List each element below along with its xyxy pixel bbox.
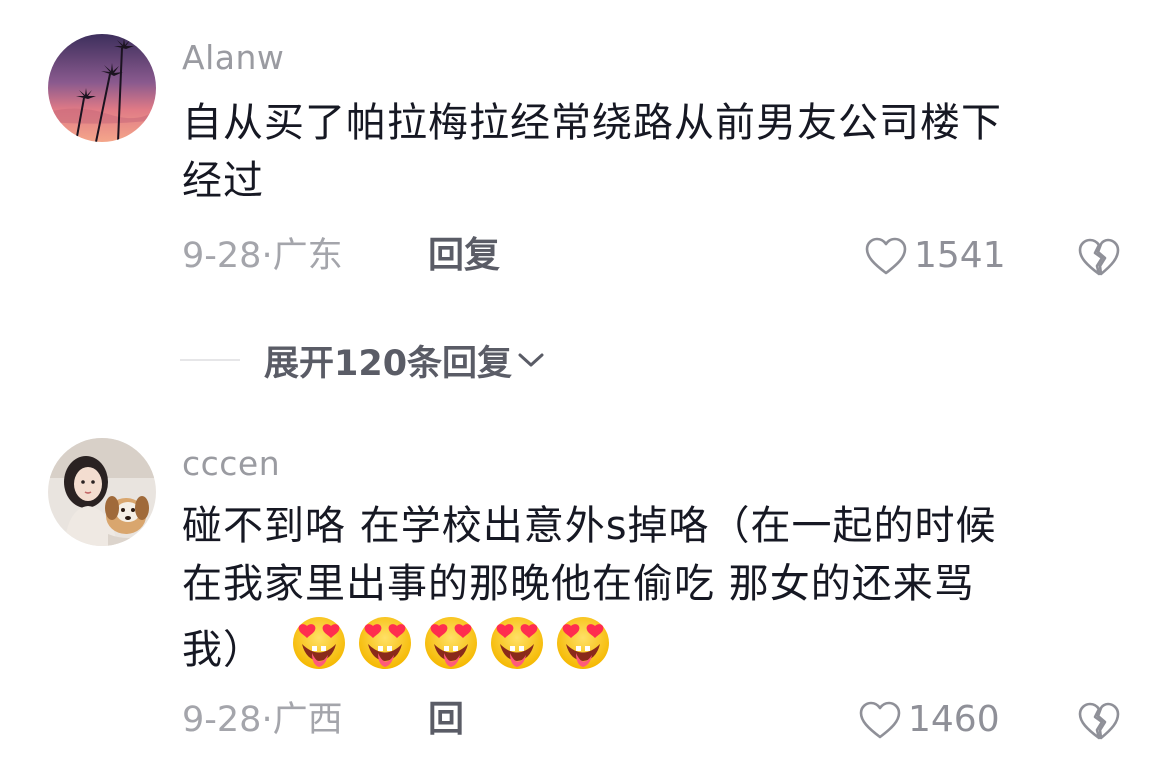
- heart-eyes-tongue-emoji-icon: [557, 617, 609, 669]
- comment-meta: 9-28·广西: [182, 698, 343, 742]
- comment-username[interactable]: Alanw: [182, 38, 284, 78]
- comment-date: 9-28: [182, 236, 262, 276]
- expand-replies-label: 展开120条回复: [264, 343, 513, 384]
- girl-with-dog-avatar-icon: [48, 438, 156, 546]
- comment-meta: 9-28·广东: [182, 234, 343, 278]
- dislike-button[interactable]: [1077, 699, 1121, 743]
- comment-text-line: 经过: [182, 158, 264, 204]
- comment-text-line: 自从买了帕拉梅拉经常绕路从前男友公司楼下: [182, 100, 1002, 146]
- heart-icon: [865, 237, 907, 275]
- comment-username[interactable]: cccen: [182, 444, 280, 484]
- like-button[interactable]: 1460: [858, 698, 1000, 742]
- like-count: 1460: [908, 699, 1000, 740]
- comment-body: 碰不到咯 在学校出意外s掉咯（在一起的时候 在我家里出事的那晚他在偷吃 那女的还…: [182, 497, 1112, 679]
- heart-eyes-tongue-emoji-icon: [425, 617, 477, 669]
- meta-separator: ·: [261, 236, 273, 276]
- comment-location: 广东: [272, 236, 343, 276]
- comment-text-line: 在我家里出事的那晚他在偷吃 那女的还来骂: [182, 561, 975, 607]
- expand-replies-button[interactable]: 展开120条回复: [180, 336, 546, 384]
- like-count: 1541: [914, 235, 1006, 276]
- comment-text-line-with-emoji: 我）: [182, 613, 1112, 679]
- comment-text-line: 碰不到咯 在学校出意外s掉咯（在一起的时候: [182, 503, 997, 549]
- emoji-row: [290, 613, 612, 671]
- reply-button[interactable]: 回复: [428, 234, 500, 278]
- comment-text-fragment: 我）: [182, 627, 264, 673]
- heart-eyes-tongue-emoji-icon: [293, 617, 345, 669]
- comment-location: 广西: [272, 700, 343, 740]
- sunset-palm-avatar-icon: [48, 34, 156, 142]
- meta-separator: ·: [261, 700, 273, 740]
- like-button[interactable]: 1541: [864, 234, 1006, 278]
- reply-button[interactable]: 回复: [428, 698, 464, 742]
- heart-eyes-tongue-emoji-icon: [491, 617, 543, 669]
- user-avatar[interactable]: [48, 34, 156, 142]
- dislike-button[interactable]: [1077, 235, 1121, 279]
- heart-eyes-tongue-emoji-icon: [359, 617, 411, 669]
- broken-heart-icon: [1078, 238, 1120, 276]
- comment-date: 9-28: [182, 700, 262, 740]
- chevron-down-icon: [518, 353, 544, 367]
- comment-body: 自从买了帕拉梅拉经常绕路从前男友公司楼下 经过: [182, 94, 1112, 210]
- divider: [180, 359, 240, 361]
- broken-heart-icon: [1078, 702, 1120, 740]
- user-avatar[interactable]: [48, 438, 156, 546]
- heart-icon: [859, 701, 901, 739]
